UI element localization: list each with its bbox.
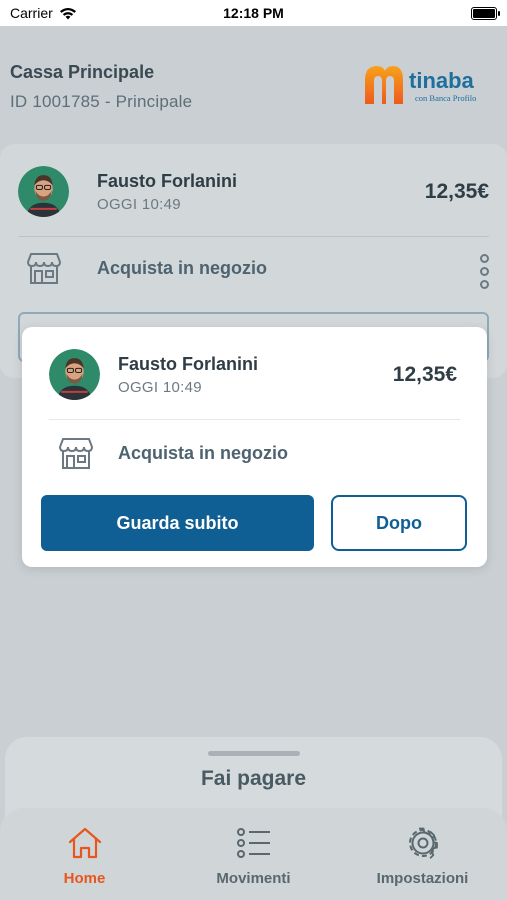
home-icon — [68, 827, 101, 859]
avatar — [49, 349, 100, 400]
list-icon — [236, 828, 270, 858]
tab-movimenti[interactable]: Movimenti — [169, 808, 338, 900]
tab-bar: Home Movimenti Impostazioni — [0, 808, 507, 900]
store-icon — [58, 438, 94, 469]
divider — [18, 236, 489, 237]
tab-impostazioni[interactable]: Impostazioni — [338, 808, 507, 900]
payment-amount: 12,35€ — [424, 179, 489, 203]
more-options-icon[interactable] — [480, 254, 489, 289]
account-name: Cassa Principale — [10, 62, 155, 82]
tab-label: Movimenti — [216, 870, 291, 887]
tab-home[interactable]: Home — [0, 808, 169, 900]
tinaba-logo: tinaba con Banca Profilo — [365, 66, 476, 104]
account-header: Cassa Principale ID 1001785 - Principale… — [0, 26, 507, 144]
sheet-title[interactable]: Fai pagare — [5, 767, 502, 791]
tab-label: Impostazioni — [376, 870, 469, 887]
view-now-button[interactable]: Guarda subito — [41, 495, 314, 551]
account-id: ID 1001785 - Principale — [10, 92, 193, 111]
payment-description: Acquista in negozio — [97, 257, 268, 278]
payment-amount: 12,35€ — [392, 362, 457, 386]
gear-icon — [408, 827, 438, 859]
svg-text:con Banca Profilo: con Banca Profilo — [415, 93, 476, 103]
payer-name: Fausto Forlanini — [97, 170, 238, 191]
payment-time: OGGI 10:49 — [97, 195, 181, 213]
tab-label: Home — [63, 870, 106, 887]
later-button[interactable]: Dopo — [331, 495, 467, 551]
payment-notification-modal: Fausto Forlanini OGGI 10:49 12,35€ Acqui… — [22, 327, 487, 567]
wifi-icon — [59, 7, 76, 19]
avatar — [18, 166, 69, 217]
status-bar: Carrier 12:18 PM — [0, 0, 507, 26]
divider — [49, 419, 460, 420]
store-icon — [26, 253, 62, 284]
payment-time: OGGI 10:49 — [118, 378, 202, 396]
sheet-drag-handle[interactable] — [207, 751, 300, 756]
payment-description: Acquista in negozio — [118, 442, 289, 463]
payer-name: Fausto Forlanini — [118, 353, 259, 374]
battery-icon — [471, 6, 500, 20]
carrier-label: Carrier — [10, 5, 53, 21]
svg-text:tinaba: tinaba — [409, 68, 475, 93]
